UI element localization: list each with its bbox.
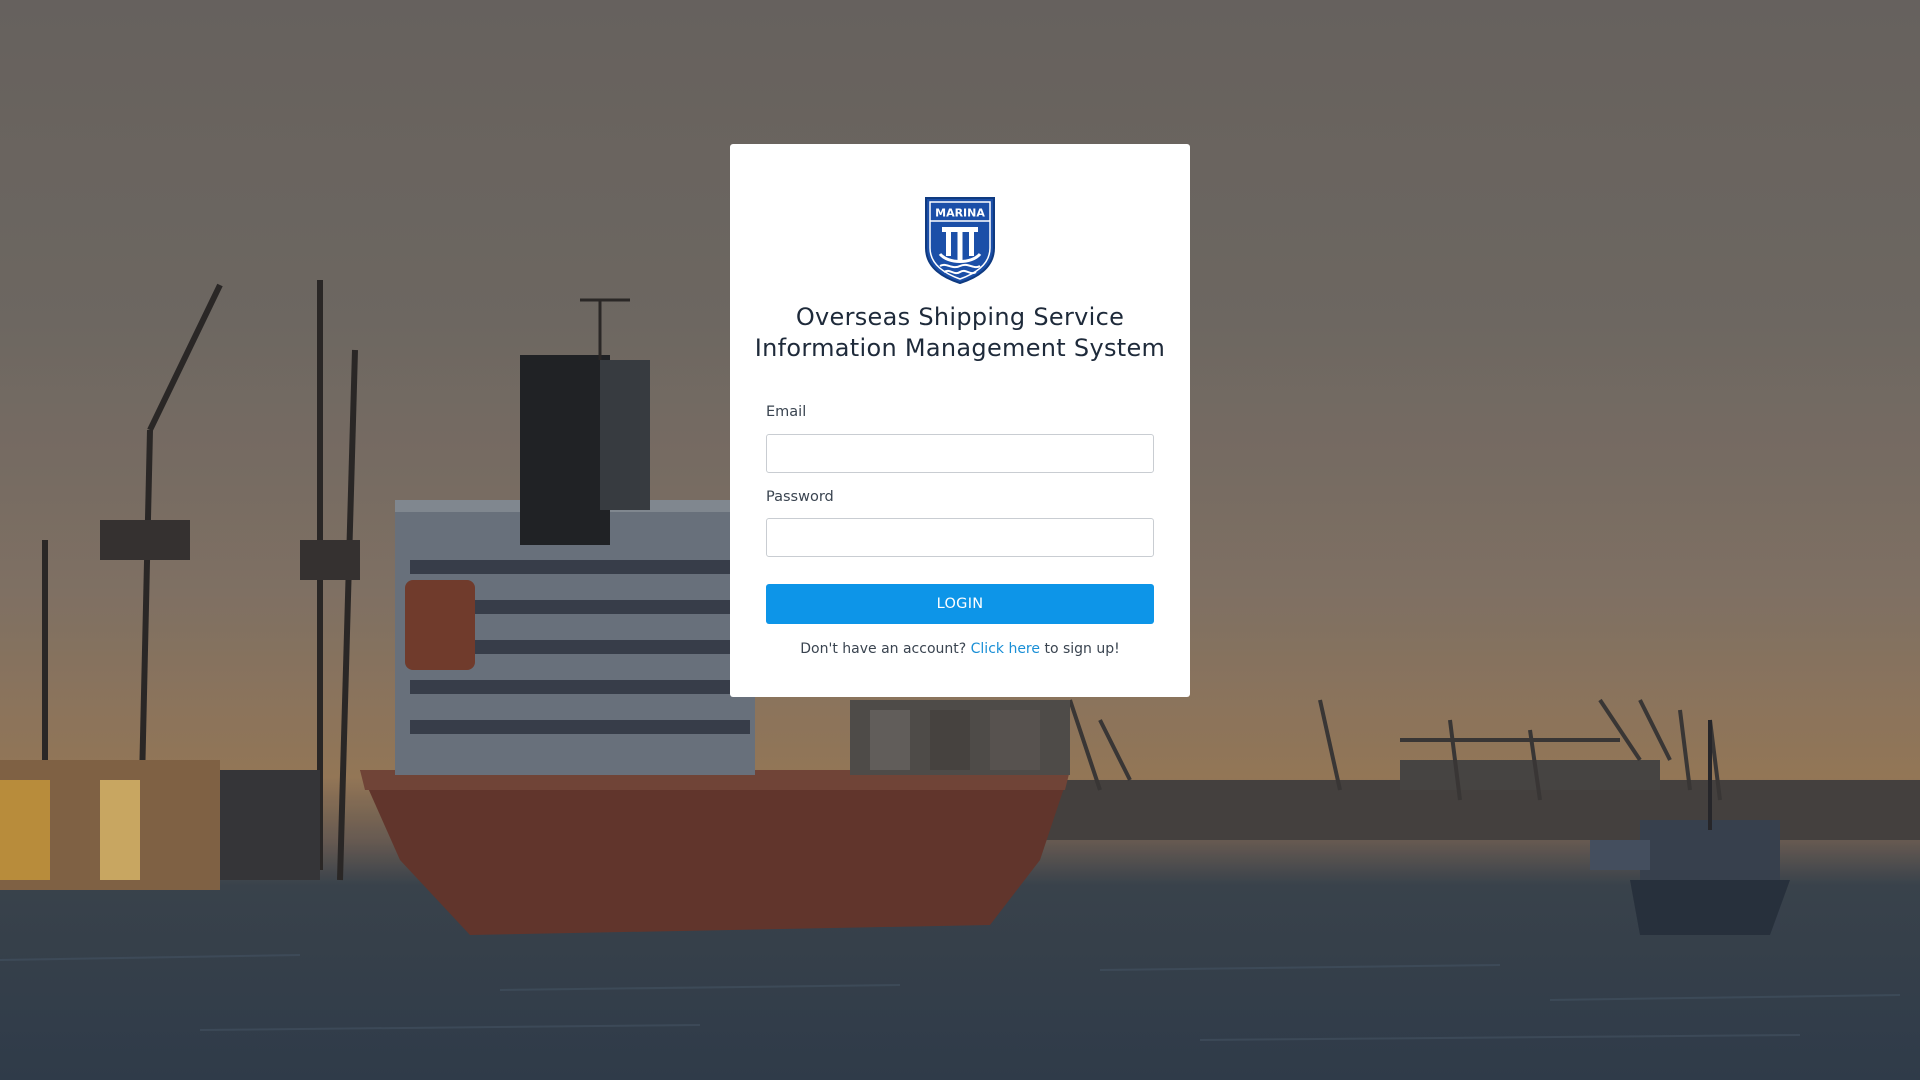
signup-link[interactable]: Click here bbox=[971, 641, 1040, 657]
password-field[interactable] bbox=[766, 518, 1154, 557]
login-card: MARINA Overseas Shipping Service Informa… bbox=[730, 144, 1190, 697]
title-line-1: Overseas Shipping Service bbox=[795, 303, 1125, 331]
email-label: Email bbox=[766, 404, 807, 420]
page-title: Overseas Shipping Service Information Ma… bbox=[730, 302, 1190, 364]
signup-prefix: Don't have an account? bbox=[800, 641, 967, 657]
title-line-2: Information Management System bbox=[754, 334, 1166, 362]
login-button[interactable]: LOGIN bbox=[766, 584, 1154, 624]
password-label: Password bbox=[766, 489, 834, 505]
svg-text:MARINA: MARINA bbox=[935, 207, 985, 220]
signup-suffix: to sign up! bbox=[1044, 641, 1120, 657]
signup-prompt: Don't have an account? Click here to sig… bbox=[730, 641, 1190, 657]
email-field[interactable] bbox=[766, 434, 1154, 473]
marina-logo: MARINA bbox=[925, 197, 995, 284]
